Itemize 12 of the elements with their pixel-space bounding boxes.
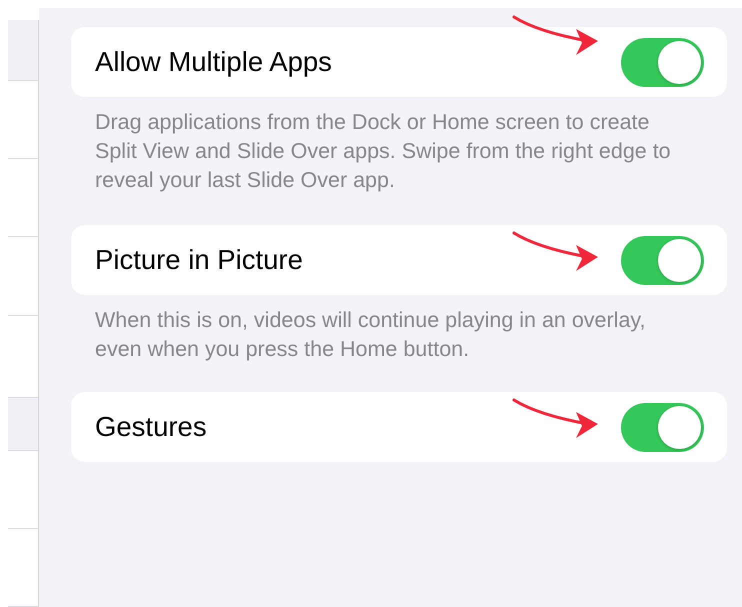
toggle-switch[interactable] (621, 236, 704, 284)
setting-description: When this is on, videos will continue playing in an overlay, even when you press the Home button. (95, 307, 647, 363)
sidebar-row[interactable] (8, 398, 38, 451)
setting-description: Drag applications from the Dock or Home screen to create Split View and Slide Over apps. Swipe from the right edge to reveal your last Slide Over app. (95, 109, 672, 194)
sidebar-row[interactable] (8, 450, 38, 529)
sidebar-row[interactable] (8, 20, 38, 82)
setting-label: Gestures (95, 411, 207, 443)
setting-label: Picture in Picture (95, 244, 303, 276)
toggle-switch[interactable] (621, 402, 704, 452)
toggle-switch[interactable] (621, 38, 704, 86)
sidebar-row[interactable] (8, 316, 38, 398)
setting-label: Allow Multiple Apps (95, 46, 332, 78)
